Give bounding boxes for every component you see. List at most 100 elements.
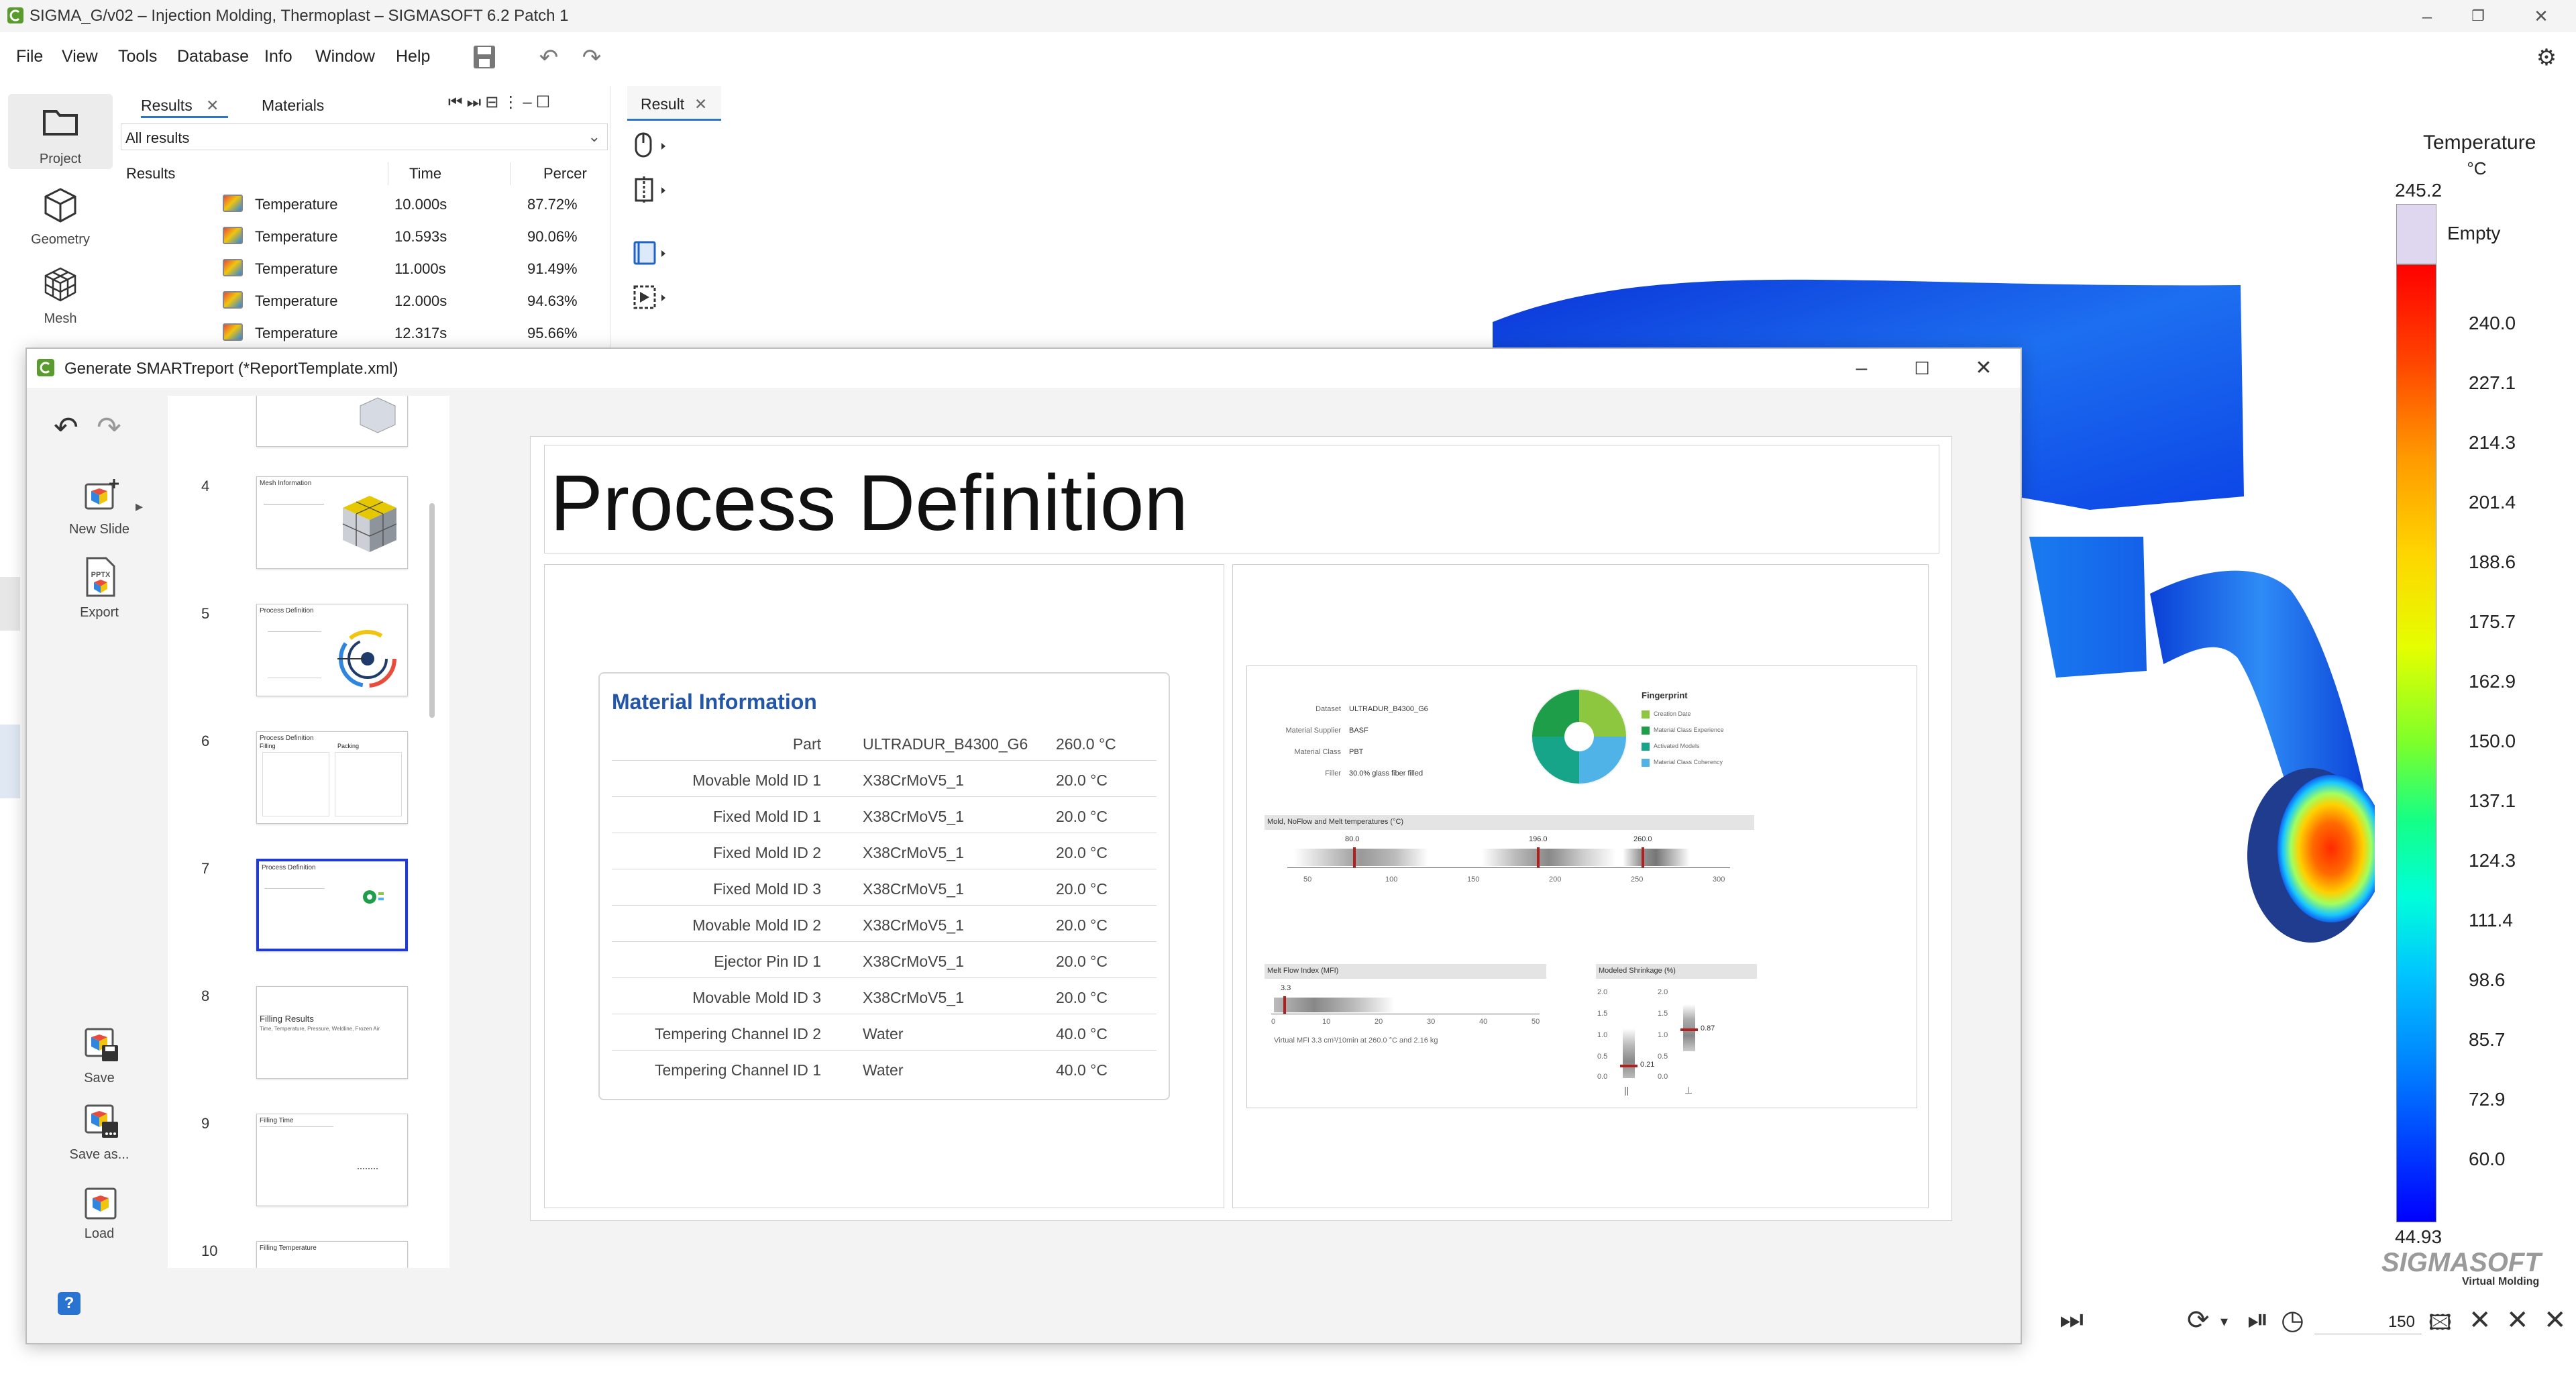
- menu-help[interactable]: Help: [396, 47, 430, 66]
- save-report-button[interactable]: Save: [54, 1026, 145, 1091]
- gear-icon[interactable]: ⚙: [2532, 44, 2561, 71]
- mesh-cube-graphic: [342, 496, 397, 552]
- legend-value: 188.6: [2469, 551, 2516, 572]
- table-row[interactable]: Temperature 11.000s 91.49%: [121, 251, 597, 283]
- mfi-marker: [1283, 996, 1286, 1014]
- undo-icon[interactable]: ↶: [54, 411, 78, 445]
- tab-results[interactable]: Results ✕: [141, 91, 228, 118]
- slide-thumbnail-selected[interactable]: Process Definition: [256, 859, 408, 951]
- close-icon[interactable]: ✕: [694, 95, 707, 113]
- minimize-panel-icon[interactable]: –: [523, 93, 535, 111]
- thumbnail-subtitle: Packing: [337, 743, 360, 749]
- first-icon[interactable]: ⏮: [448, 93, 467, 111]
- frame-input[interactable]: 150: [2314, 1309, 2422, 1334]
- menu-file[interactable]: File: [16, 47, 43, 66]
- brand-logo: SIGMASOFT: [2381, 1248, 2541, 1277]
- chevron-right-icon[interactable]: ▸: [136, 498, 143, 515]
- sidebar-item-mesh[interactable]: Mesh: [8, 254, 113, 329]
- fingerprint-title: Fingerprint: [1642, 690, 1688, 700]
- sidebar-item-geometry[interactable]: Geometry: [8, 174, 113, 250]
- menu-tools[interactable]: Tools: [118, 47, 157, 66]
- redo-icon[interactable]: ↷: [577, 44, 606, 71]
- load-button[interactable]: Load: [54, 1186, 145, 1250]
- slide-thumbnail[interactable]: [256, 396, 408, 447]
- slide-thumbnail[interactable]: Filling Results Time, Temperature, Press…: [256, 986, 408, 1079]
- slide-thumbnail-list[interactable]: 4 Mesh Information 5 Process Definition …: [168, 396, 449, 1268]
- close-button[interactable]: ✕: [2529, 4, 2553, 28]
- component-name: Movable Mold ID 2: [692, 916, 821, 934]
- save-icon[interactable]: [470, 44, 499, 71]
- slide-thumbnail[interactable]: Process Definition Filling Packing: [256, 731, 408, 824]
- result-name: Temperature: [255, 325, 338, 341]
- result-time: 10.000s: [394, 196, 447, 213]
- close-x-icon[interactable]: ✕: [2544, 1305, 2567, 1336]
- clip-view-icon[interactable]: [631, 282, 671, 312]
- more-icon[interactable]: ⋮: [502, 93, 523, 111]
- legend-value: 124.3: [2469, 850, 2516, 871]
- frame-view-icon[interactable]: [631, 238, 671, 268]
- slide-thumbnail[interactable]: Filling Time: [256, 1114, 408, 1206]
- image-export-icon[interactable]: 🖾: [2428, 1308, 2452, 1344]
- new-slide-button[interactable]: New Slide: [54, 476, 145, 541]
- results-panel: Results ✕ Materials ⏮⏭⊟⋮–☐ All results ⌄…: [121, 86, 610, 348]
- dialog-close-button[interactable]: ✕: [1967, 354, 2000, 382]
- table-row[interactable]: Temperature 10.000s 87.72%: [121, 186, 597, 219]
- menu-view[interactable]: View: [62, 47, 98, 66]
- material-name: X38CrMoV5_1: [863, 771, 964, 789]
- menu-database[interactable]: Database: [177, 47, 249, 66]
- tab-materials[interactable]: Materials: [262, 91, 356, 118]
- dialog-maximize-button[interactable]: ☐: [1905, 354, 1939, 382]
- axis-tick: 100: [1385, 875, 1398, 884]
- legend-swatch: [1642, 727, 1650, 735]
- redo-icon[interactable]: ↷: [97, 411, 121, 445]
- skip-end-icon[interactable]: ⏭: [2059, 1305, 2084, 1335]
- slide-number: 9: [201, 1115, 210, 1132]
- dialog-minimize-button[interactable]: –: [1845, 354, 1878, 382]
- axis-tick: 0.5: [1658, 1053, 1668, 1061]
- export-button[interactable]: PPTX Export: [54, 557, 145, 621]
- menu-info[interactable]: Info: [264, 47, 292, 66]
- results-filter-select[interactable]: All results ⌄: [121, 123, 608, 150]
- material-name: X38CrMoV5_1: [863, 844, 964, 861]
- legend-empty-swatch: [2396, 204, 2436, 264]
- slide-thumbnail[interactable]: Mesh Information: [256, 476, 408, 569]
- last-icon[interactable]: ⏭: [467, 93, 486, 111]
- slide-thumbnail[interactable]: Filling Temperature: [256, 1241, 408, 1268]
- slide-left-panel[interactable]: Material Information Part ULTRADUR_B4300_…: [544, 564, 1224, 1208]
- table-row[interactable]: Temperature 12.000s 94.63%: [121, 283, 597, 315]
- title-bar: SIGMA_G/v02 – Injection Molding, Thermop…: [0, 0, 2576, 32]
- material-row: Fixed Mold ID 2 X38CrMoV5_1 20.0 °C: [612, 833, 1157, 869]
- close-icon[interactable]: ✕: [206, 97, 219, 114]
- mouse-mode-icon[interactable]: [631, 131, 671, 160]
- menu-window[interactable]: Window: [315, 47, 375, 66]
- tab-result[interactable]: Result ✕: [627, 86, 721, 121]
- axis-tick: 0.0: [1658, 1073, 1668, 1081]
- table-row[interactable]: Temperature 12.317s 95.66%: [121, 315, 597, 348]
- speed-icon[interactable]: ◷: [2281, 1305, 2304, 1336]
- axis-tick: 250: [1631, 875, 1644, 884]
- minimize-button[interactable]: –: [2415, 4, 2439, 28]
- maximize-panel-icon[interactable]: ☐: [536, 93, 555, 111]
- close-x-icon[interactable]: ✕: [2506, 1305, 2529, 1336]
- dialog-title-bar: Generate SMARTreport (*ReportTemplate.xm…: [27, 349, 2021, 388]
- sidebar-item-project[interactable]: Project: [8, 94, 113, 169]
- slide-right-panel[interactable]: Dataset ULTRADUR_B4300_G6 Material Suppl…: [1232, 564, 1929, 1208]
- help-button[interactable]: ?: [58, 1292, 80, 1315]
- slide-title-box[interactable]: Process Definition: [544, 445, 1939, 553]
- save-as-button[interactable]: Save as...: [54, 1103, 145, 1167]
- material-name: X38CrMoV5_1: [863, 989, 964, 1006]
- loop-icon[interactable]: ⟳: [2187, 1305, 2210, 1336]
- thumbnail-scrollbar[interactable]: [429, 503, 435, 718]
- chevron-down-icon[interactable]: ▾: [2220, 1313, 2228, 1330]
- result-percent: 95.66%: [527, 325, 578, 341]
- section-view-icon[interactable]: [631, 175, 671, 205]
- step-forward-icon[interactable]: ⏯: [2247, 1305, 2269, 1335]
- slide-preview[interactable]: Process Definition Material Information …: [530, 436, 1952, 1221]
- slide-thumbnail[interactable]: Process Definition: [256, 604, 408, 696]
- undo-icon[interactable]: ↶: [534, 44, 564, 71]
- table-row[interactable]: Temperature 10.593s 90.06%: [121, 219, 597, 251]
- collapse-icon[interactable]: ⊟: [485, 93, 502, 111]
- restore-button[interactable]: ❐: [2466, 4, 2490, 28]
- mfi-density-band: [1274, 998, 1395, 1012]
- close-x-icon[interactable]: ✕: [2469, 1305, 2491, 1336]
